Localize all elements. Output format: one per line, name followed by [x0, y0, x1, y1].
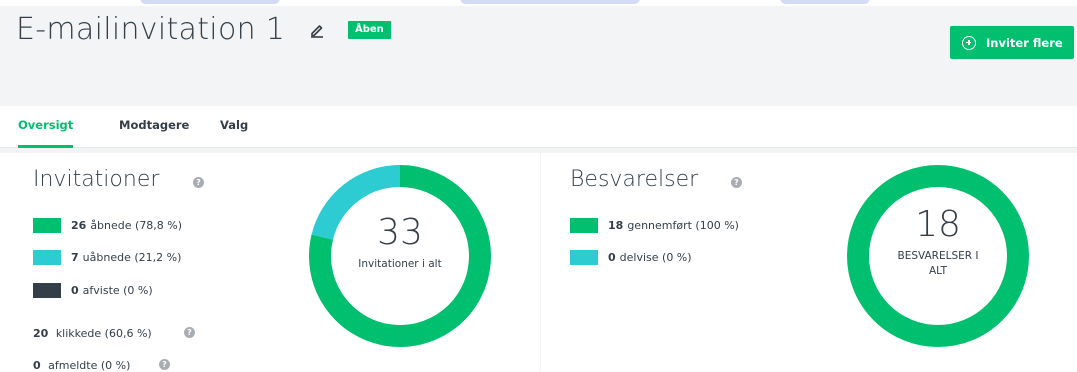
legend-swatch: [570, 217, 598, 233]
page-title: E-mailinvitation 1: [16, 12, 286, 47]
legend-opened: 26 åbnede (78,8 %): [33, 217, 182, 233]
legend-declined: 0 afviste (0 %): [33, 282, 153, 298]
invite-more-button[interactable]: Inviter flere: [950, 26, 1074, 59]
tab-modtagere[interactable]: Modtagere: [119, 106, 189, 148]
tab-oversigt[interactable]: Oversigt: [18, 106, 74, 148]
legend-swatch: [33, 217, 61, 233]
legend-completed: 18 gennemført (100 %): [570, 217, 739, 233]
legend-count: 18: [608, 218, 624, 232]
tab-valg[interactable]: Valg: [220, 106, 248, 148]
invite-more-label: Inviter flere: [986, 35, 1063, 50]
plus-circle-icon: [962, 35, 976, 50]
invitations-total-number: 33: [377, 212, 423, 253]
legend-label: afviste (0 %): [82, 283, 153, 297]
unsubscribed-count: 0: [33, 359, 41, 372]
legend-label: uåbnede (21,2 %): [82, 250, 182, 264]
legend-label: gennemført (100 %): [627, 218, 739, 232]
question-icon[interactable]: ?: [184, 327, 195, 338]
unsubscribed-stat: 0 afmeldte (0 %): [33, 359, 130, 372]
invitations-total: 33 Invitationer i alt: [330, 213, 470, 272]
legend-partial: 0 delvise (0 %): [570, 249, 692, 265]
invitations-title: Invitationer: [33, 167, 160, 192]
clicked-count: 20: [33, 327, 49, 340]
responses-title: Besvarelser: [570, 167, 699, 192]
responses-caption-line1: BESVARELSER I: [897, 250, 979, 262]
legend-swatch: [33, 249, 61, 265]
page-header: E-mailinvitation 1 Åben Inviter flere: [0, 0, 1077, 106]
invitations-panel: Invitationer ? 26 åbnede (78,8 %) 7 uåbn…: [0, 153, 540, 372]
tab-bar: Oversigt Modtagere Valg: [0, 106, 1077, 148]
status-badge: Åben: [348, 21, 391, 39]
legend-label: åbnede (78,8 %): [90, 218, 183, 232]
responses-caption-line2: ALT: [928, 265, 947, 277]
top-banner-edge: [0, 0, 1077, 6]
legend-count: 26: [71, 218, 87, 232]
responses-panel: Besvarelser ? 18 gennemført (100 %) 0 de…: [541, 153, 1077, 372]
legend-swatch: [33, 282, 61, 298]
question-icon[interactable]: ?: [159, 359, 170, 370]
legend-label: delvise (0 %): [619, 250, 692, 264]
clicked-stat: 20 klikkede (60,6 %): [33, 327, 152, 340]
responses-total-number: 18: [915, 204, 961, 245]
unsubscribed-label: afmeldte (0 %): [48, 359, 131, 372]
legend-swatch: [570, 249, 598, 265]
clicked-label: klikkede (60,6 %): [55, 327, 152, 340]
legend-unopened: 7 uåbnede (21,2 %): [33, 249, 181, 265]
pencil-icon[interactable]: [309, 22, 325, 38]
responses-total: 18 BESVARELSER I ALT: [868, 205, 1008, 279]
legend-count: 0: [608, 250, 616, 264]
legend-count: 0: [71, 283, 79, 297]
legend-count: 7: [71, 250, 79, 264]
invitations-total-caption: Invitationer i alt: [358, 258, 442, 270]
question-icon[interactable]: ?: [731, 177, 742, 188]
question-icon[interactable]: ?: [193, 177, 204, 188]
responses-total-caption: BESVARELSER I ALT: [868, 249, 1008, 279]
